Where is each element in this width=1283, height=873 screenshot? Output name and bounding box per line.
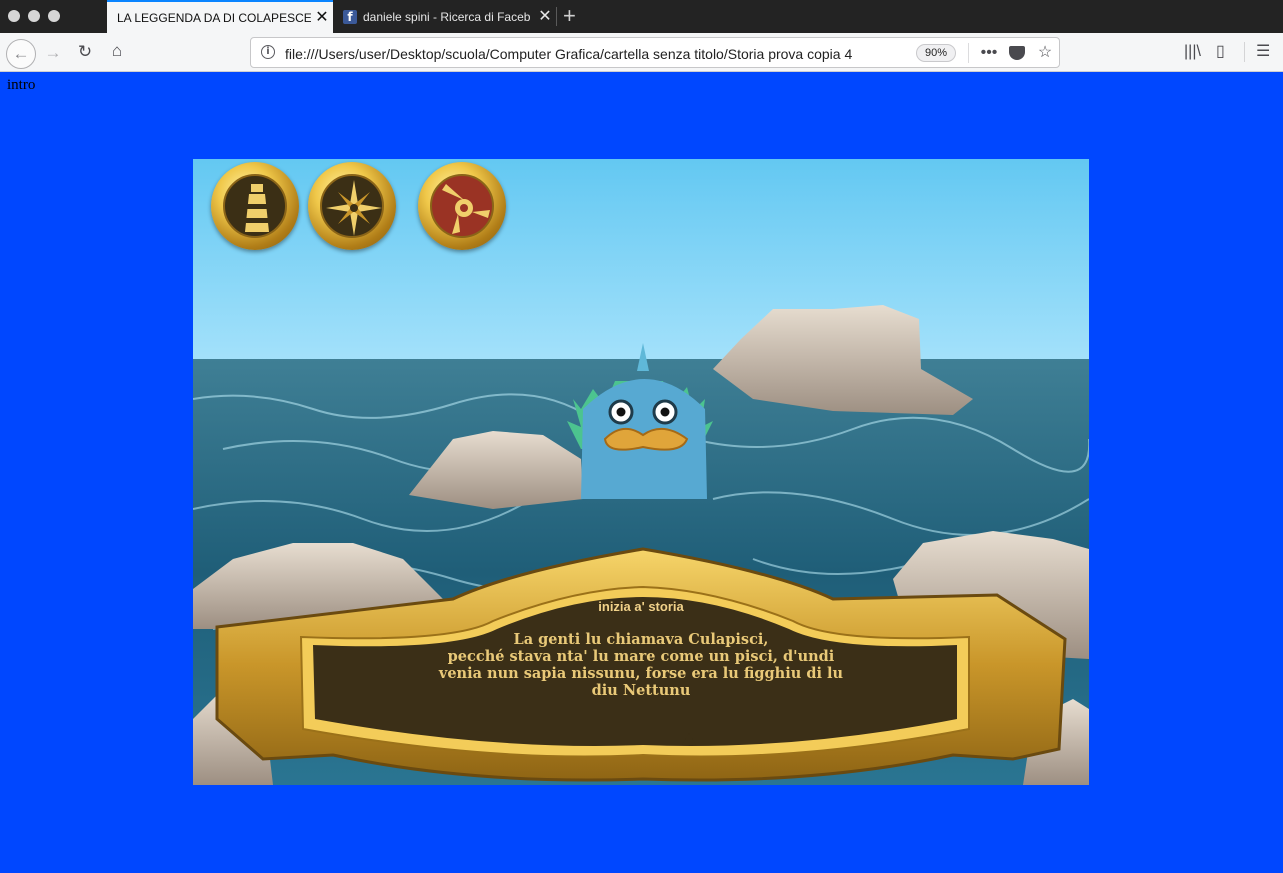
library-icon[interactable]: |||\ bbox=[1184, 42, 1201, 62]
tab-bar: LA LEGGENDA DA DI COLAPESCE ✕ f daniele … bbox=[0, 0, 1283, 33]
story-text: La genti lu chiamava Culapisci, pecché s… bbox=[407, 631, 875, 699]
home-button[interactable]: ⌂ bbox=[106, 41, 128, 61]
lighthouse-icon bbox=[223, 174, 287, 238]
reload-button[interactable]: ↻ bbox=[74, 42, 96, 62]
trinacria-button[interactable] bbox=[418, 162, 506, 250]
facebook-icon: f bbox=[343, 9, 357, 24]
story-line-2: pecché stava nta' lu mare come un pisci,… bbox=[447, 648, 835, 665]
new-tab-button[interactable]: + bbox=[563, 4, 576, 28]
tab-colapesce[interactable]: LA LEGGENDA DA DI COLAPESCE ✕ bbox=[107, 0, 333, 33]
intro-label: intro bbox=[7, 77, 36, 93]
menu-icon[interactable]: ☰ bbox=[1256, 42, 1270, 62]
tab-separator bbox=[556, 7, 557, 26]
back-button[interactable]: ← bbox=[6, 39, 36, 69]
zoom-window-button[interactable] bbox=[48, 10, 60, 22]
tab-facebook[interactable]: f daniele spini - Ricerca di Faceb ✕ bbox=[334, 0, 556, 33]
close-tab-icon[interactable]: ✕ bbox=[534, 8, 556, 25]
lighthouse-button[interactable] bbox=[211, 162, 299, 250]
toolbar-divider bbox=[1244, 42, 1245, 62]
pocket-icon[interactable] bbox=[1009, 46, 1025, 60]
close-tab-icon[interactable]: ✕ bbox=[311, 9, 333, 26]
story-line-4: diu Nettunu bbox=[591, 682, 691, 699]
sidebar-icon[interactable]: ▯ bbox=[1216, 42, 1225, 62]
start-story-button[interactable]: inizia a' storia bbox=[193, 599, 1089, 614]
navigation-toolbar: ← → ↻ ⌂ i file:///Users/user/Desktop/scu… bbox=[0, 33, 1283, 72]
story-line-1: La genti lu chiamava Culapisci, bbox=[513, 631, 769, 648]
bookmark-star-icon[interactable]: ☆ bbox=[1034, 43, 1056, 63]
url-divider bbox=[968, 43, 969, 63]
info-icon[interactable]: i bbox=[261, 45, 275, 59]
page-actions-icon[interactable]: ••• bbox=[978, 43, 1000, 63]
minimize-window-button[interactable] bbox=[28, 10, 40, 22]
game-scene: inizia a' storia La genti lu chiamava Cu… bbox=[193, 159, 1089, 785]
url-text[interactable]: file:///Users/user/Desktop/scuola/Comput… bbox=[285, 46, 885, 62]
tab-title: LA LEGGENDA DA DI COLAPESCE bbox=[117, 10, 311, 25]
compass-button[interactable] bbox=[308, 162, 396, 250]
compass-icon bbox=[320, 174, 384, 238]
forward-button[interactable]: → bbox=[42, 43, 64, 63]
zoom-level[interactable]: 90% bbox=[916, 44, 956, 62]
close-window-button[interactable] bbox=[8, 10, 20, 22]
tab-title: daniele spini - Ricerca di Faceb bbox=[363, 9, 531, 24]
story-line-3: venia nun sapia nissunu, forse era lu fi… bbox=[438, 665, 844, 682]
trinacria-icon bbox=[430, 174, 494, 238]
url-bar[interactable]: i file:///Users/user/Desktop/scuola/Comp… bbox=[250, 37, 1060, 68]
